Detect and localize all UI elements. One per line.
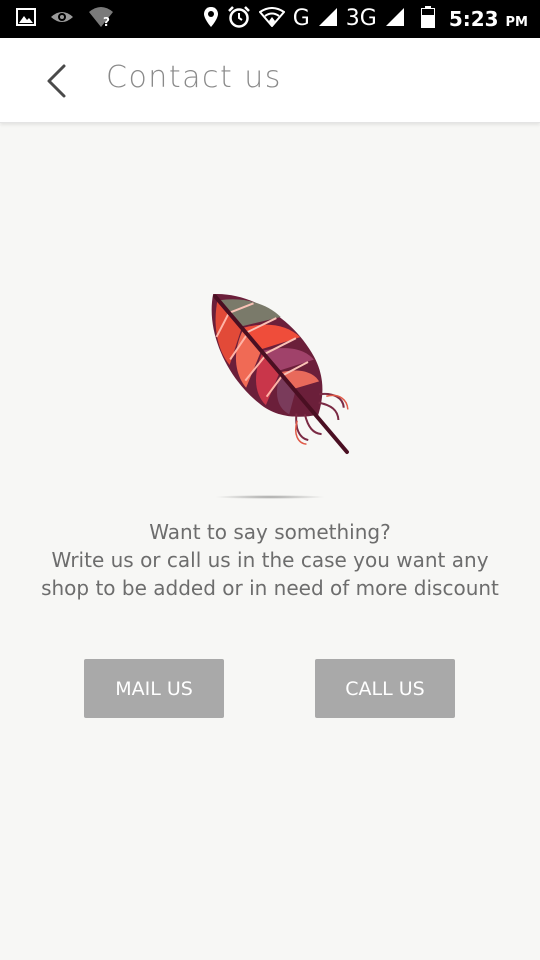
hotspot-icon	[258, 7, 286, 31]
back-button[interactable]	[36, 60, 80, 104]
svg-text:?: ?	[103, 15, 110, 28]
app-bar: Contact us	[0, 38, 540, 123]
contact-message: Want to say something? Write us or call …	[0, 518, 540, 602]
location-icon	[203, 6, 219, 32]
mail-us-button[interactable]: MAIL US	[84, 659, 224, 718]
clock: 5:23 PM	[448, 7, 528, 31]
message-line-2: Write us or call us in the case you want…	[51, 548, 489, 572]
status-bar-left: ?	[16, 0, 114, 38]
page-title: Contact us	[106, 60, 282, 95]
message-line-1: Want to say something?	[149, 520, 391, 544]
message-line-3: shop to be added or in need of more disc…	[41, 576, 499, 600]
wifi-question-icon: ?	[88, 6, 114, 32]
alarm-icon	[227, 5, 251, 33]
signal-icon	[385, 7, 405, 31]
feather-icon	[176, 268, 366, 483]
signal-icon	[318, 7, 338, 31]
status-bar: ? G 3G 5:23 PM	[0, 0, 540, 38]
status-bar-right: G 3G 5:23 PM	[203, 0, 528, 38]
gallery-icon	[16, 8, 36, 30]
feather-shadow	[214, 495, 326, 499]
chevron-left-icon	[47, 64, 66, 98]
eye-icon	[50, 9, 74, 29]
network-type-3g: 3G	[345, 6, 377, 31]
call-us-button[interactable]: CALL US	[315, 659, 455, 718]
network-type-g: G	[292, 6, 310, 31]
battery-icon	[420, 6, 435, 32]
